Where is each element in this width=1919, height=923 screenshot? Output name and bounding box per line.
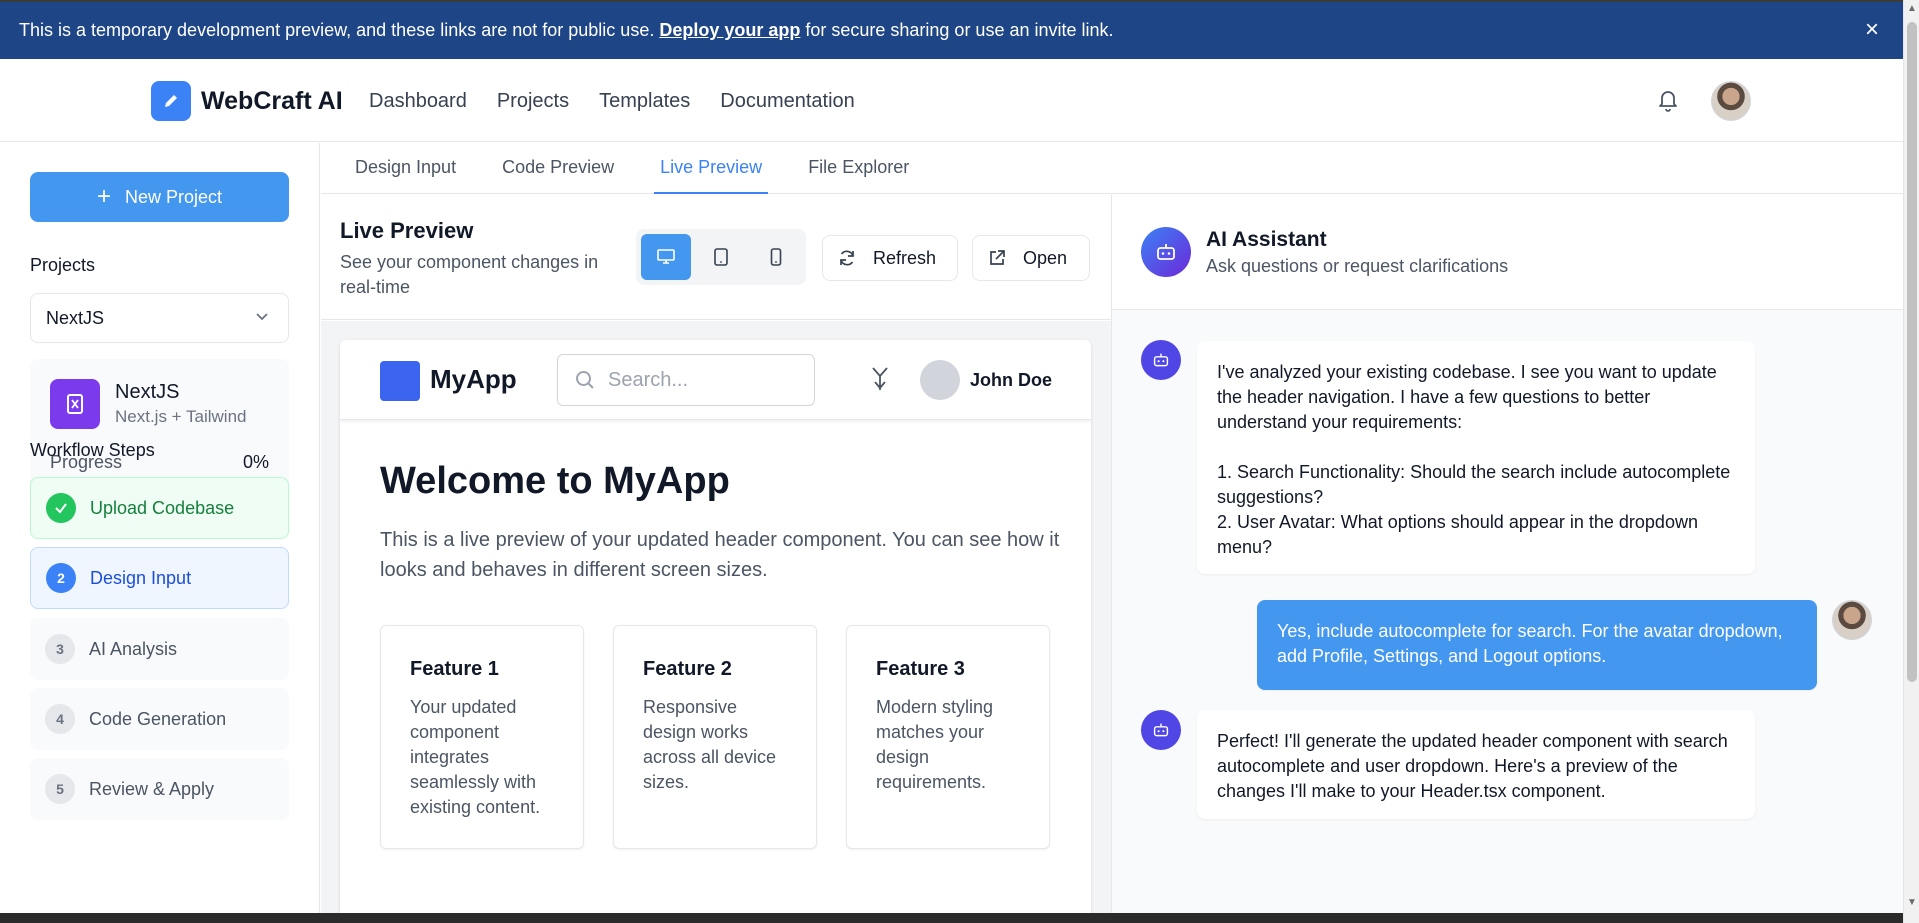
progress-value: 0% [242, 452, 269, 472]
nav-dashboard[interactable]: Dashboard [369, 90, 467, 113]
dev-preview-banner: This is a temporary development preview,… [0, 0, 1903, 59]
tablet-icon[interactable] [696, 234, 746, 280]
refresh-button[interactable]: Refresh [822, 235, 958, 281]
mock-brand: MyApp [430, 364, 517, 394]
step-label: AI Analysis [89, 638, 178, 659]
mock-search-input[interactable]: Search... [557, 354, 815, 406]
refresh-label: Refresh [873, 247, 937, 268]
bottom-edge [0, 913, 1903, 923]
page-scrollbar[interactable]: ▲ ▼ [1903, 0, 1919, 923]
user-avatar[interactable] [1711, 81, 1751, 121]
ai-message: I've analyzed your existing codebase. I … [1197, 341, 1755, 574]
open-button[interactable]: Open [972, 235, 1090, 281]
main-nav: Dashboard Projects Templates Documentati… [369, 90, 855, 113]
user-message-avatar [1832, 600, 1872, 640]
workspace-tabs: Design Input Code Preview Live Preview F… [321, 143, 1903, 194]
feature-title: Feature 2 [643, 658, 732, 680]
device-toggle [636, 229, 806, 285]
new-project-label: New Project [124, 186, 223, 207]
step-review-apply[interactable]: 5 Review & Apply [30, 758, 289, 820]
mock-logo [380, 361, 420, 401]
step-ai-analysis[interactable]: 3 AI Analysis [30, 618, 289, 680]
feature-title: Feature 3 [876, 658, 965, 680]
pencil-icon[interactable] [151, 81, 191, 121]
scrollbar-thumb[interactable] [1907, 22, 1917, 682]
live-preview-header: Live Preview See your component changes … [321, 195, 1111, 320]
mock-avatar[interactable] [920, 360, 960, 400]
search-icon [576, 371, 594, 389]
feature-card: Feature 3 Modern styling matches your de… [846, 625, 1050, 849]
banner-text-after: for secure sharing or use an invite link… [805, 20, 1114, 40]
project-select[interactable]: NextJS [30, 293, 289, 343]
live-preview-subtitle: See your component changes in real-time [340, 252, 599, 297]
fork-icon[interactable] [868, 364, 892, 394]
step-label: Code Generation [89, 708, 227, 729]
tab-design-input[interactable]: Design Input [355, 143, 456, 194]
projects-heading: Projects [30, 255, 96, 275]
nav-templates[interactable]: Templates [599, 90, 690, 113]
robot-icon [1141, 710, 1181, 750]
nav-documentation[interactable]: Documentation [720, 90, 855, 113]
scroll-up-icon[interactable]: ▲ [1907, 4, 1917, 14]
nextjs-icon [50, 379, 100, 429]
step-label: Review & Apply [89, 778, 215, 799]
plus-icon: + [96, 183, 111, 210]
welcome-title: Welcome to MyApp [380, 460, 730, 502]
check-icon [46, 493, 76, 523]
step-label: Design Input [90, 567, 192, 588]
feature-text: Modern styling matches your design requi… [876, 697, 994, 792]
live-preview-title: Live Preview [340, 218, 474, 243]
mobile-icon[interactable] [751, 234, 801, 280]
feature-text: Your updated component integrates seamle… [410, 697, 541, 817]
step-number: 4 [45, 704, 75, 734]
tab-code-preview[interactable]: Code Preview [502, 143, 614, 194]
step-code-generation[interactable]: 4 Code Generation [30, 688, 289, 750]
step-number: 5 [45, 774, 75, 804]
external-link-icon [990, 250, 1005, 265]
mock-search-placeholder: Search... [608, 368, 689, 391]
feature-title: Feature 1 [410, 658, 499, 680]
mock-header: MyApp Search... John Doe [340, 340, 1091, 420]
tab-live-preview[interactable]: Live Preview [654, 143, 769, 194]
ai-assistant-title: AI Assistant [1206, 228, 1327, 251]
open-label: Open [1023, 247, 1068, 268]
mock-username[interactable]: John Doe [970, 370, 1052, 391]
desktop-icon[interactable] [641, 234, 691, 280]
sidebar: + New Project Projects NextJS NextJS Nex… [0, 143, 320, 923]
tab-file-explorer[interactable]: File Explorer [808, 143, 909, 194]
feature-text: Responsive design works across all devic… [643, 697, 777, 792]
step-label: Upload Codebase [90, 497, 235, 518]
project-stack: Next.js + Tailwind [115, 407, 247, 426]
chevron-down-icon [256, 313, 268, 321]
ai-assistant-subtitle: Ask questions or request clarifications [1206, 256, 1509, 276]
step-number: 3 [45, 634, 75, 664]
workflow-heading: Workflow Steps [30, 440, 155, 460]
feature-card: Feature 2 Responsive design works across… [613, 625, 817, 849]
bell-icon[interactable] [1656, 86, 1680, 114]
welcome-text: This is a live preview of your updated h… [380, 529, 1060, 581]
preview-canvas: MyApp Search... John Doe Welcome to MyAp… [321, 321, 1111, 923]
scroll-down-icon[interactable]: ▼ [1907, 898, 1917, 908]
ai-assistant-panel: AI Assistant Ask questions or request cl… [1111, 195, 1904, 923]
step-number: 2 [46, 563, 76, 593]
project-name: NextJS [115, 381, 180, 403]
close-icon[interactable]: × [1861, 18, 1883, 42]
step-design-input[interactable]: 2 Design Input [30, 547, 289, 609]
ai-message: Perfect! I'll generate the updated heade… [1197, 710, 1755, 819]
ai-assistant-header: AI Assistant Ask questions or request cl… [1112, 195, 1904, 310]
step-upload-codebase[interactable]: Upload Codebase [30, 477, 289, 539]
nav-projects[interactable]: Projects [497, 90, 569, 113]
deploy-app-link[interactable]: Deploy your app [659, 20, 800, 41]
user-message: Yes, include autocomplete for search. Fo… [1257, 600, 1817, 690]
robot-icon [1141, 227, 1191, 277]
new-project-button[interactable]: + New Project [30, 172, 289, 222]
refresh-icon [840, 250, 854, 266]
brand-name[interactable]: WebCraft AI [201, 87, 343, 116]
robot-icon [1141, 340, 1181, 380]
feature-card: Feature 1 Your updated component integra… [380, 625, 584, 849]
preview-frame: MyApp Search... John Doe Welcome to MyAp… [340, 340, 1091, 923]
top-navigation: WebCraft AI Dashboard Projects Templates… [0, 59, 1903, 142]
project-select-value: NextJS [46, 307, 105, 328]
banner-text: This is a temporary development preview,… [19, 20, 655, 40]
